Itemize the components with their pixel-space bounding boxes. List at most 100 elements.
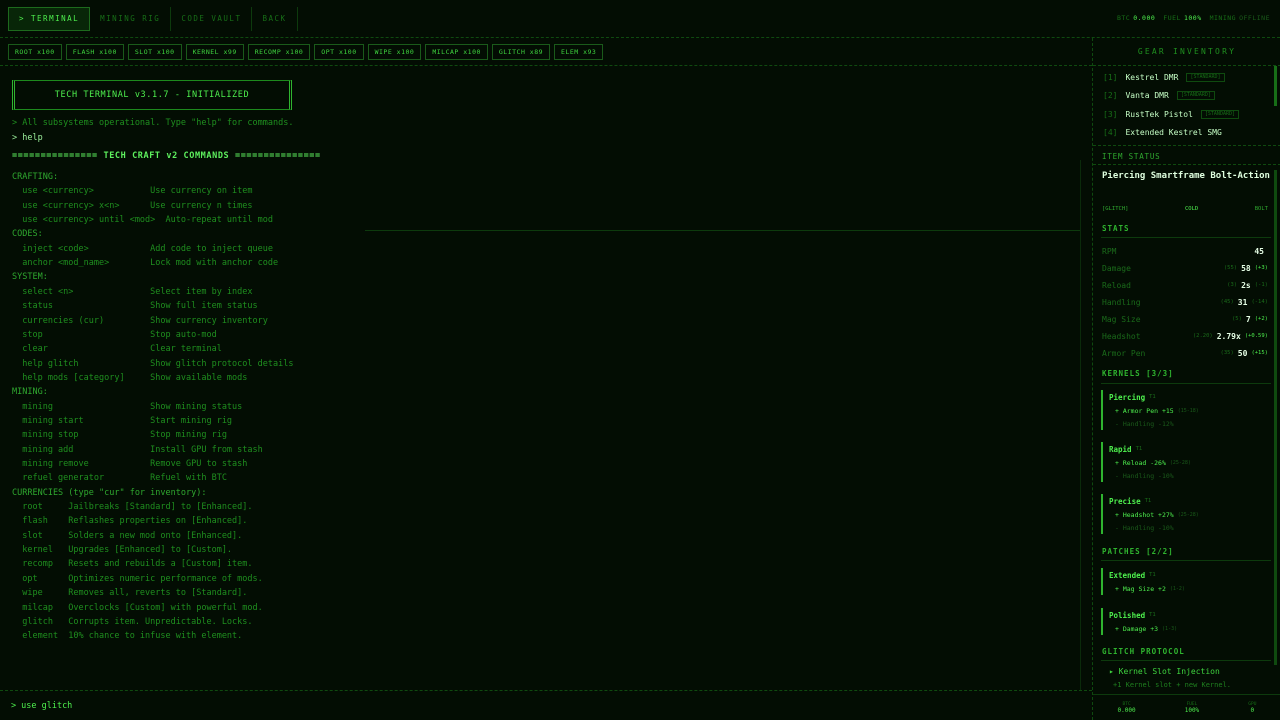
stat-label: Mag Size: [1102, 314, 1141, 324]
terminal-line: mining add Install GPU from stash: [12, 444, 263, 455]
terminal-line: mining remove Remove GPU to stash: [12, 459, 248, 469]
status-scrollbar[interactable]: [1274, 170, 1277, 665]
glitch-protocol-line: ▸ Kernel Slot Injection: [1109, 667, 1220, 676]
terminal-line: anchor <mod_name> Lock mod with anchor c…: [12, 258, 279, 269]
inventory-item-4[interactable]: [4] Extended Kestrel SMG: [1103, 125, 1230, 139]
kernels-label: KERNELS [3/3]: [1102, 369, 1174, 378]
item-tags: [GLITCH] COLD BOLT: [1102, 206, 1268, 212]
terminal-line: milcap Overclocks [Custom] with powerful…: [12, 602, 263, 613]
item-status-label: ITEM STATUS: [1102, 152, 1161, 161]
terminal-line: currencies (cur) Show currency inventory: [12, 315, 268, 326]
terminal-line: mining stop Stop mining rig: [12, 430, 227, 441]
footer-fuel: FUEL 100%: [1184, 701, 1200, 714]
terminal-banner: TECH TERMINAL v3.1.7 - INITIALIZED: [12, 80, 292, 110]
tab-terminal[interactable]: > TERMINAL: [8, 6, 91, 31]
item-name: Piercing Smartframe Bolt-Action: [1102, 171, 1270, 181]
divider: [1093, 164, 1280, 165]
terminal-line: mining start Start mining rig: [12, 415, 233, 426]
rig-footer: BTC 0.000 FUEL 100% GPU 0: [1093, 694, 1280, 720]
tab-code-vault[interactable]: CODE VAULT: [171, 6, 253, 31]
terminal-line: mining Show mining status: [12, 401, 243, 412]
terminal-line: use <currency> Use currency on item: [12, 186, 253, 197]
terminal-line: use <currency> x<n> Use currency n times: [12, 200, 253, 211]
stat-base: (5): [1231, 316, 1242, 322]
terminal-line: root Jailbreaks [Standard] to [Enhanced]…: [12, 502, 253, 513]
stat-label: Handling: [1102, 297, 1141, 307]
terminal-line: select <n> Select item by index: [12, 286, 253, 297]
kernel-mod-precise: Precise T1 + Headshot +27% (25-28) - Handl…: [1101, 494, 1269, 534]
stat-row: Handling (45) 31 (-14): [1102, 296, 1268, 308]
inventory-item-1[interactable]: [1] Kestrel DMR [STANDARD]: [1103, 70, 1225, 84]
stat-value: 45: [1254, 246, 1264, 256]
stat-value: 50: [1237, 348, 1248, 358]
terminal-line: wipe Removes all, reverts to [Standard].: [12, 588, 248, 599]
stat-value: 2s: [1241, 280, 1251, 290]
terminal-echo: > help: [12, 133, 43, 143]
terminal-scrollbar[interactable]: [1080, 160, 1081, 690]
stat-delta: (-14): [1251, 299, 1268, 305]
terminal-output: TECH TERMINAL v3.1.7 - INITIALIZED > All…: [0, 66, 1092, 690]
terminal-line: flash Reflashes properties on [Enhanced]…: [12, 516, 248, 527]
stat-row: Damage (55) 58 (+3): [1102, 262, 1268, 274]
patch-mod-polished: Polished T1 + Damage +3 (1-3): [1101, 608, 1269, 635]
stat-value: 31: [1237, 297, 1248, 307]
stats-label: STATS: [1102, 224, 1130, 233]
command-input[interactable]: use glitch: [21, 701, 72, 711]
divider: [1101, 237, 1271, 238]
currency-wipe[interactable]: WIPE x100: [367, 43, 422, 60]
stat-value: 58: [1241, 263, 1251, 273]
currency-kernel[interactable]: KERNEL x99: [185, 43, 244, 60]
terminal-line: element 10% chance to infuse with elemen…: [12, 631, 243, 642]
stat-label: Armor Pen: [1102, 348, 1146, 358]
stat-delta: (+15): [1251, 350, 1268, 356]
command-input-bar[interactable]: > use glitch: [0, 690, 1092, 720]
terminal-line: inject <code> Add code to inject queue: [12, 243, 273, 254]
currency-elem[interactable]: ELEM x93: [554, 43, 604, 60]
stat-base: (55): [1223, 265, 1238, 271]
terminal-line: status Show full item status: [12, 301, 258, 312]
item-tag-element: COLD: [1185, 206, 1199, 212]
tab-mining-rig[interactable]: MINING RIG: [90, 6, 172, 31]
terminal-line: glitch Corrupts item. Unpredictable. Loc…: [12, 616, 253, 627]
currency-glitch[interactable]: GLITCH x89: [491, 43, 551, 60]
stat-label: RPM: [1102, 246, 1117, 256]
terminal-header: =============== TECH CRAFT v2 COMMANDS =…: [12, 151, 321, 161]
inventory-scrollbar[interactable]: [1274, 66, 1277, 106]
status-mining: MINING OFFLINE: [1209, 14, 1270, 22]
divider: [1101, 383, 1271, 384]
terminal-rule: [365, 230, 1080, 231]
stat-base: (2.20): [1192, 333, 1213, 339]
currency-flash[interactable]: FLASH x100: [65, 43, 124, 60]
currency-bar: ROOT x100 FLASH x100 SLOT x100 KERNEL x9…: [0, 38, 1092, 66]
terminal-line: MINING:: [12, 387, 48, 398]
terminal-line: clear Clear terminal: [12, 344, 222, 355]
terminal-line: recomp Resets and rebuilds a [Custom] it…: [12, 559, 253, 570]
currency-root[interactable]: ROOT x100: [8, 43, 62, 60]
currency-recomp[interactable]: RECOMP x100: [247, 43, 311, 60]
stat-delta: (-1): [1254, 282, 1268, 288]
status-btc: BTC 0.000: [1116, 14, 1156, 22]
stat-delta: (+3): [1254, 265, 1268, 271]
divider: [1101, 560, 1271, 561]
tab-back[interactable]: BACK: [252, 6, 298, 31]
patches-label: PATCHES [2/2]: [1102, 547, 1174, 556]
stat-row: Mag Size (5) 7 (+2): [1102, 313, 1268, 325]
terminal-line: help glitch Show glitch protocol details: [12, 358, 294, 369]
stat-delta: (+0.59): [1244, 333, 1268, 339]
kernel-mod-rapid: Rapid T1 + Reload -26% (25-28) - Handling …: [1101, 442, 1269, 482]
inventory-item-2[interactable]: [2] Vanta DMR [STANDARD]: [1103, 88, 1215, 102]
divider: [1093, 145, 1280, 146]
stat-row: Armor Pen (35) 50 (+15): [1102, 347, 1268, 359]
inventory-item-3[interactable]: [3] RustTek Pistol [STANDARD]: [1103, 107, 1239, 121]
item-tag-class: BOLT: [1254, 206, 1268, 212]
top-status: BTC 0.000 FUEL 100% MINING OFFLINE: [1117, 14, 1270, 22]
stat-base: (45): [1220, 299, 1234, 305]
currency-slot[interactable]: SLOT x100: [127, 43, 182, 60]
stat-value: 7: [1245, 314, 1251, 324]
terminal-line: help mods [category] Show available mods: [12, 372, 248, 383]
terminal-line: kernel Upgrades [Enhanced] to [Custom].: [12, 545, 233, 556]
currency-opt[interactable]: OPT x100: [314, 43, 364, 60]
stat-row: Headshot (2.20) 2.79x (+0.59): [1102, 330, 1268, 342]
currency-milcap[interactable]: MILCAP x100: [425, 43, 488, 60]
stat-label: Headshot: [1102, 331, 1141, 341]
